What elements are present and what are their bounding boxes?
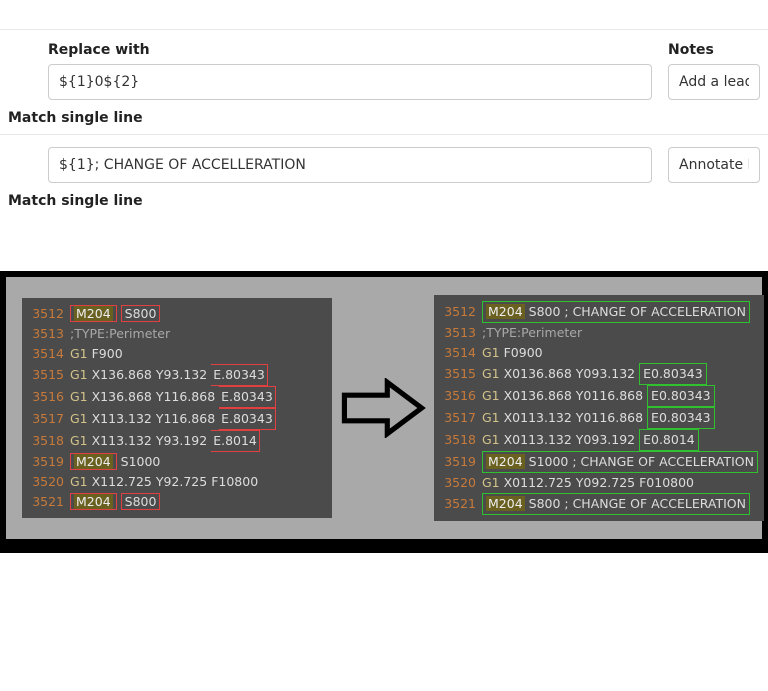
before-after-preview: 3512M204 S8003513;TYPE:Perimeter3514G1 F… bbox=[0, 271, 768, 553]
match-hint-2: Match single line bbox=[8, 193, 652, 209]
replace-input-2[interactable] bbox=[48, 147, 652, 183]
rule-row-2: Match single line bbox=[0, 135, 768, 217]
replace-label: Replace with bbox=[48, 42, 652, 58]
rule-row-1: Replace with Match single line Notes bbox=[0, 30, 768, 135]
code-before: 3512M204 S8003513;TYPE:Perimeter3514G1 F… bbox=[22, 298, 332, 518]
code-after: 3512M204 S800 ; CHANGE OF ACCELERATION35… bbox=[434, 295, 764, 521]
replace-input-1[interactable] bbox=[48, 64, 652, 100]
notes-input-1[interactable] bbox=[668, 64, 760, 100]
form-area: Replace with Match single line Notes Mat… bbox=[0, 0, 768, 261]
arrow-icon bbox=[340, 378, 426, 438]
notes-label: Notes bbox=[668, 42, 760, 58]
match-hint-1: Match single line bbox=[8, 110, 652, 126]
notes-input-2[interactable] bbox=[668, 147, 760, 183]
